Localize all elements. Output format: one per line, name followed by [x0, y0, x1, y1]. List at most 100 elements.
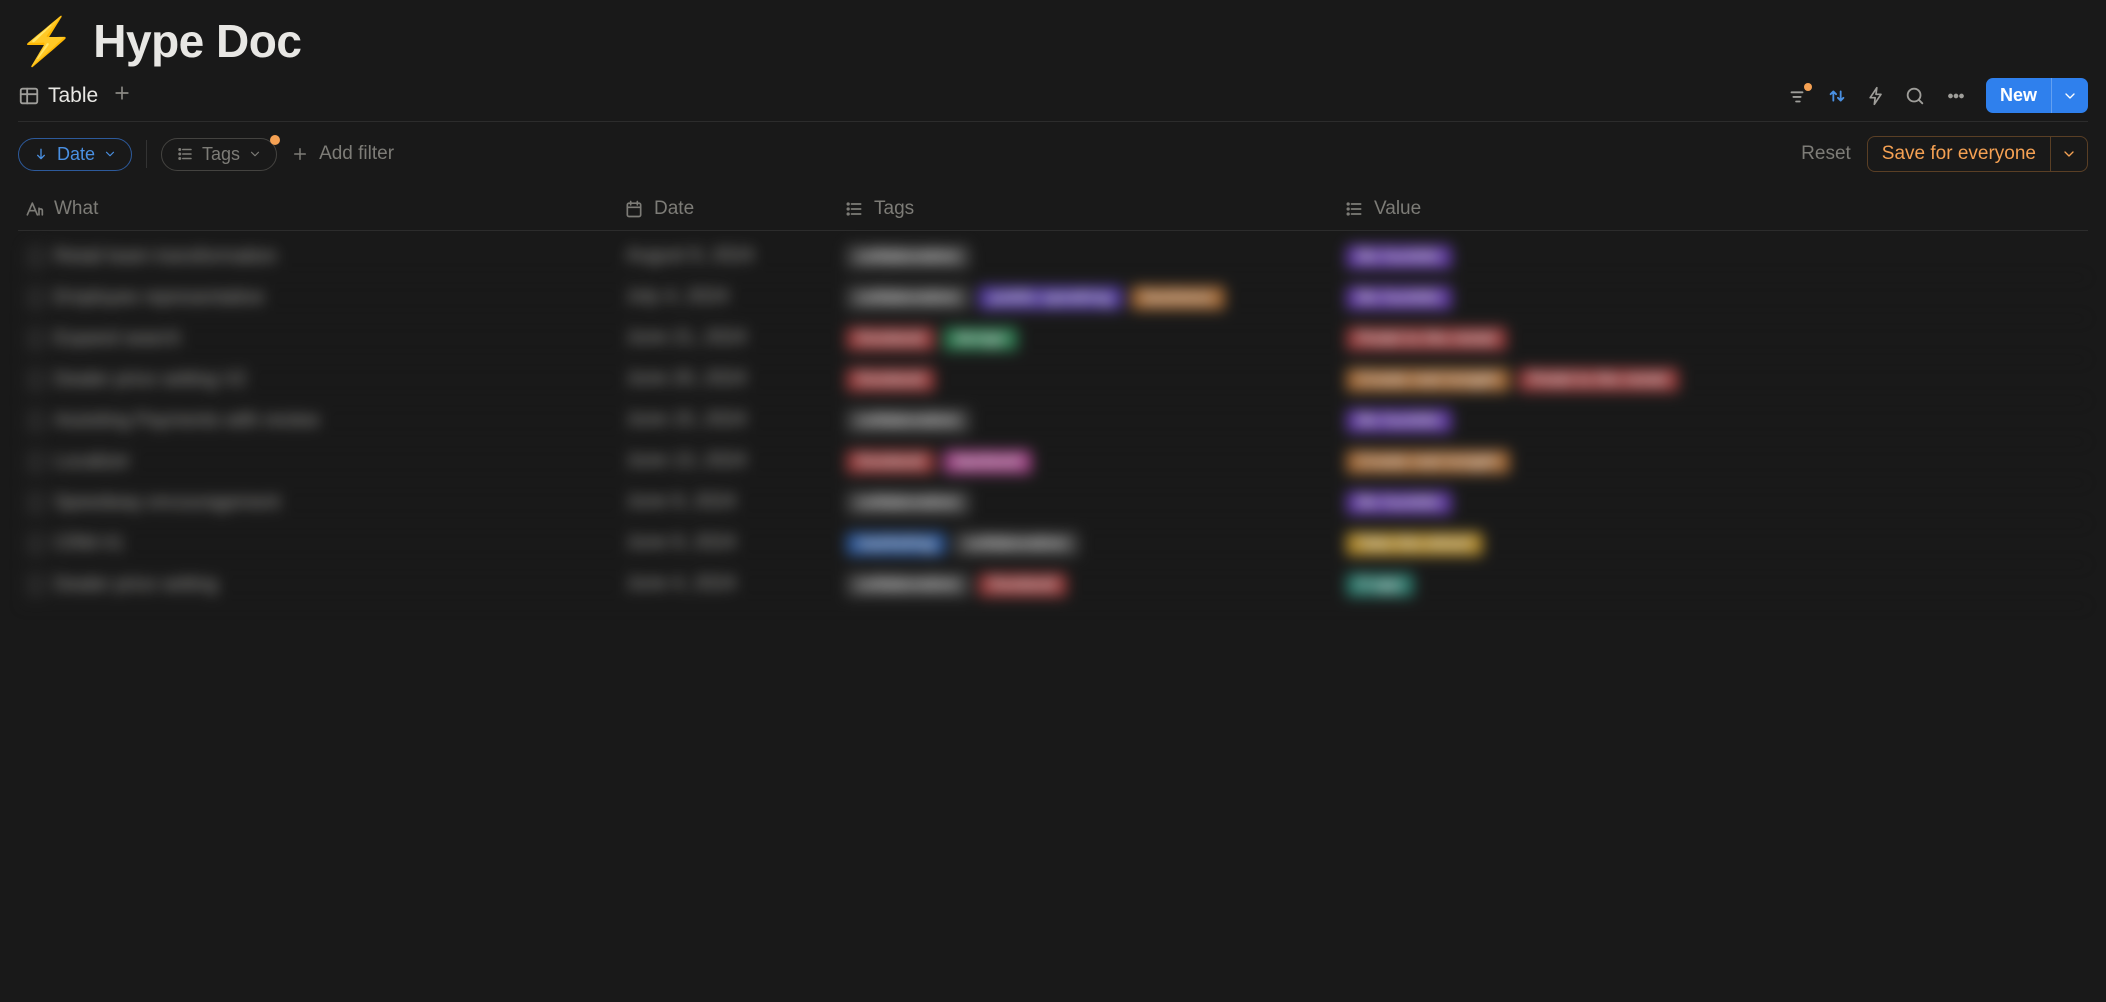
value-tag: Pedal to the metal [1518, 368, 1679, 392]
row-date: June 20, 2024 [626, 368, 746, 390]
automations-button[interactable] [1866, 85, 1886, 107]
table-row[interactable]: CRM #1June 9, 2024marketingcollaboration… [18, 524, 2088, 565]
tab-label: Table [48, 84, 98, 108]
table-row[interactable]: Speedway encouragement June 9, 2024 collab… [18, 483, 2088, 524]
value-tag: Create real insight [1346, 368, 1510, 392]
page-icon [26, 409, 46, 433]
table-row[interactable]: Expand searchJune 21, 2024frontenddesign… [18, 319, 2088, 360]
add-view-button[interactable] [112, 83, 132, 109]
value-tag: Create real insight [1346, 450, 1510, 474]
column-header-date[interactable]: Date [624, 198, 844, 220]
cell-what: Dealer price setting [18, 573, 626, 597]
chevron-down-icon [103, 147, 117, 161]
value-tag: X app [1346, 573, 1414, 597]
page-icon[interactable]: ⚡ [18, 18, 75, 64]
tag: collaboration [846, 491, 970, 515]
column-label: Tags [874, 198, 914, 220]
save-for-everyone-button[interactable]: Save for everyone [1867, 136, 2088, 172]
cell-value: Take the wheel [1346, 532, 2088, 556]
row-title: Localizer [54, 451, 130, 473]
row-title: Speedway encouragement [54, 492, 280, 514]
row-title: CRM #1 [54, 533, 124, 555]
add-filter-button[interactable]: Add filter [291, 143, 394, 165]
table-row[interactable]: Dealer price settingJune 4, 2024 collabor… [18, 565, 2088, 606]
search-button[interactable] [1904, 85, 1926, 107]
row-date: June 9, 2024 [626, 491, 736, 513]
multiselect-icon [844, 199, 864, 219]
value-tag: Be humble [1346, 245, 1452, 269]
page-icon [26, 573, 46, 597]
table-row[interactable]: Localizer June 13, 2024frontend backend Cre… [18, 442, 2088, 483]
reset-button[interactable]: Reset [1801, 143, 1851, 165]
cell-value: Create real insight [1346, 450, 2088, 474]
new-button-dropdown[interactable] [2051, 78, 2088, 113]
page-icon [26, 491, 46, 515]
column-label: What [54, 198, 98, 220]
row-title: Retail team transformation [54, 246, 277, 268]
sort-pill-date[interactable]: Date [18, 138, 132, 171]
page-icon [26, 532, 46, 556]
cell-what: Expand search [18, 327, 626, 351]
search-icon [1904, 85, 1926, 107]
cell-tags: frontend backend [846, 450, 1346, 474]
table-row[interactable]: Employee representativeJuly 4, 2024colla… [18, 278, 2088, 319]
tag: frontend [846, 450, 935, 474]
row-date: June 9, 2024 [626, 532, 736, 554]
tag: frontend [846, 327, 935, 351]
cell-what: Employee representative [18, 286, 626, 310]
tab-table[interactable]: Table [18, 84, 98, 108]
page-icon [26, 450, 46, 474]
table-icon [18, 85, 40, 107]
page-title-row: ⚡ Hype Doc [18, 8, 2088, 78]
page-icon [26, 286, 46, 310]
cell-value: Be humble [1346, 409, 2088, 433]
cell-tags: frontend [846, 368, 1346, 392]
tag: collaboration [846, 573, 970, 597]
column-header-value[interactable]: Value [1344, 198, 2088, 220]
row-title: Dealer price setting V2 [54, 369, 246, 391]
page-title[interactable]: Hype Doc [93, 14, 301, 68]
tag: business [1131, 286, 1224, 310]
row-date: June 21, 2024 [626, 327, 746, 349]
cell-date: June 13, 2024 [626, 450, 846, 472]
row-title: Assisting Payments with review [54, 410, 319, 432]
arrow-down-icon [33, 146, 49, 162]
column-header-what[interactable]: What [18, 198, 624, 220]
filter-pill-tags[interactable]: Tags [161, 138, 277, 171]
new-record-button[interactable]: New [1986, 78, 2088, 113]
cell-tags: collaboration [846, 245, 1346, 269]
save-button-dropdown[interactable] [2050, 137, 2087, 171]
cell-date: June 20, 2024 [626, 368, 846, 390]
tag: collaboration [846, 409, 970, 433]
table-row[interactable]: Retail team transformation August 9, 2024… [18, 237, 2088, 278]
cell-value: X app [1346, 573, 2088, 597]
row-date: August 9, 2024 [626, 245, 754, 267]
value-tag: Be humble [1346, 286, 1452, 310]
chevron-down-icon [248, 147, 262, 161]
more-menu-button[interactable] [1944, 85, 1968, 107]
text-icon [24, 199, 44, 219]
filter-toggle-button[interactable] [1786, 85, 1808, 107]
value-tag: Be humble [1346, 409, 1452, 433]
cell-what: Retail team transformation [18, 245, 626, 269]
row-title: Expand search [54, 328, 181, 350]
cell-date: July 4, 2024 [626, 286, 846, 308]
column-header-tags[interactable]: Tags [844, 198, 1344, 220]
divider [146, 140, 147, 168]
page-icon [26, 245, 46, 269]
table-row[interactable]: Dealer price setting V2 June 20, 2024 fron… [18, 360, 2088, 401]
tag: backend [943, 450, 1032, 474]
tag: collaboration [846, 245, 970, 269]
sort-toggle-button[interactable] [1826, 85, 1848, 107]
filter-modified-indicator [270, 135, 280, 145]
save-button-label: Save for everyone [1868, 137, 2050, 171]
table-row[interactable]: Assisting Payments with reviewJune 15, 2… [18, 401, 2088, 442]
page-icon [26, 368, 46, 392]
cell-date: August 9, 2024 [626, 245, 846, 267]
new-button-label: New [1986, 78, 2051, 113]
row-date: June 4, 2024 [626, 573, 736, 595]
filter-pill-label: Tags [202, 144, 240, 165]
table-body: Retail team transformation August 9, 2024… [18, 231, 2088, 606]
tag: frontend [846, 368, 935, 392]
value-tag: Pedal to the metal [1346, 327, 1507, 351]
